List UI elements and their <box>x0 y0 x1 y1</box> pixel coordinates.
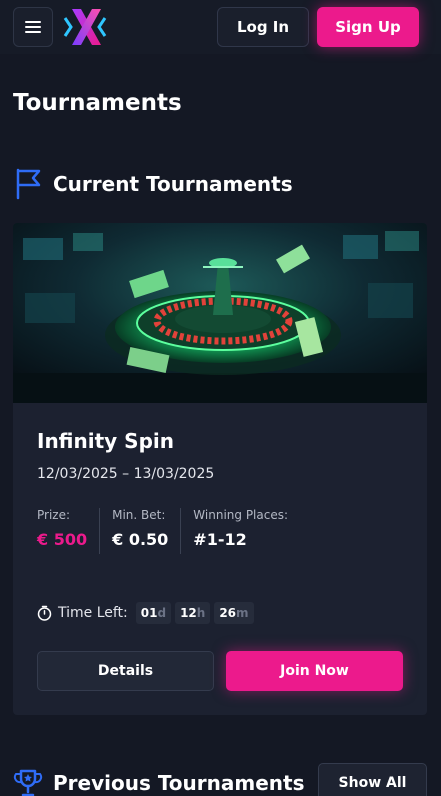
prize-value: € 500 <box>37 530 88 549</box>
hours-chip: 12 h <box>175 602 211 624</box>
current-tournaments-title: Current Tournaments <box>53 172 293 196</box>
join-now-button[interactable]: Join Now <box>226 651 403 691</box>
time-left: Time Left: 01 d 12 h 26 m <box>37 601 254 625</box>
winning-places-value: #1-12 <box>193 530 247 549</box>
prize-stat: Prize: € 500 <box>37 508 99 554</box>
login-button[interactable]: Log In <box>217 7 309 47</box>
time-left-label: Time Left: <box>58 605 128 621</box>
signup-button[interactable]: Sign Up <box>317 7 419 47</box>
minutes-value: 26 <box>219 606 237 620</box>
days-value: 01 <box>140 606 158 620</box>
previous-tournaments-title: Previous Tournaments <box>53 771 305 795</box>
stopwatch-icon <box>37 605 52 621</box>
minutes-chip: 26 m <box>214 602 254 624</box>
prize-label: Prize: <box>37 508 71 522</box>
hamburger-menu-icon <box>25 21 41 33</box>
hours-unit: h <box>196 606 206 620</box>
min-bet-value: € 0.50 <box>112 530 169 549</box>
x-logo[interactable] <box>63 6 107 48</box>
tournament-card: Infinity Spin 12/03/2025 – 13/03/2025 Pr… <box>13 223 427 715</box>
details-button[interactable]: Details <box>37 651 214 691</box>
menu-button[interactable] <box>13 7 53 47</box>
winning-places-label: Winning Places: <box>193 508 289 522</box>
tournament-stats: Prize: € 500 Min. Bet: € 0.50 Winning Pl… <box>37 508 300 554</box>
min-bet-label: Min. Bet: <box>112 508 166 522</box>
page-title: Tournaments <box>13 90 182 116</box>
flag-icon <box>16 168 41 200</box>
hours-value: 12 <box>180 606 197 620</box>
trophy-icon <box>13 769 43 796</box>
minutes-unit: m <box>236 606 249 620</box>
days-chip: 01 d <box>135 602 172 624</box>
tournament-dates: 12/03/2025 – 13/03/2025 <box>37 466 215 482</box>
winning-places-stat: Winning Places: #1-12 <box>180 508 300 554</box>
top-header: Log In Sign Up <box>0 0 441 54</box>
show-all-button[interactable]: Show All <box>318 763 427 796</box>
tournament-banner-image <box>13 223 427 403</box>
previous-tournaments-heading: Previous Tournaments <box>13 767 305 796</box>
days-unit: d <box>157 606 167 620</box>
tournament-name: Infinity Spin <box>37 429 174 453</box>
min-bet-stat: Min. Bet: € 0.50 <box>99 508 180 554</box>
current-tournaments-heading: Current Tournaments <box>13 168 293 200</box>
